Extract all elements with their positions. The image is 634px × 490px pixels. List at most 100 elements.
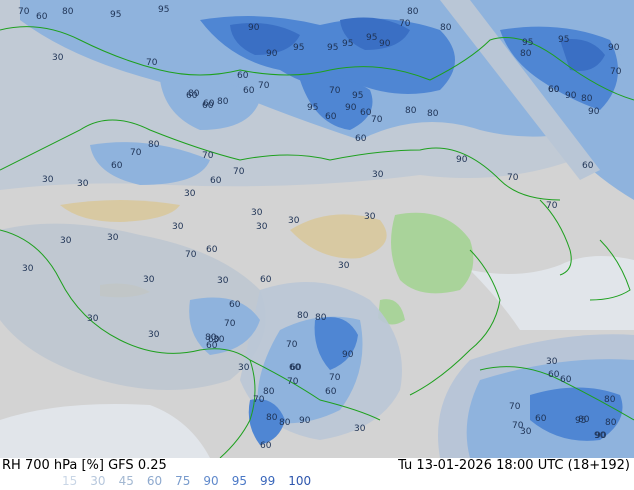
contour-label: 30	[546, 357, 558, 367]
legend-value-60: 60	[146, 474, 163, 488]
contour-label: 30	[288, 216, 300, 226]
contour-label: 70	[287, 377, 299, 387]
contour-label: 60	[237, 71, 249, 81]
contour-label: 60	[202, 101, 214, 111]
contour-label: 95	[342, 39, 353, 49]
contour-label: 90	[456, 155, 468, 165]
contour-label: 80	[263, 387, 275, 397]
contour-label: 80	[148, 140, 160, 150]
contour-label: 80	[604, 395, 616, 405]
contour-label: 30	[251, 208, 263, 218]
contour-label: 30	[172, 222, 184, 232]
contour-label: 80	[520, 49, 532, 59]
contour-label: 30	[372, 170, 384, 180]
contour-label: 60	[210, 176, 222, 186]
contour-label: 90	[588, 107, 600, 117]
contour-label: 70	[286, 340, 298, 350]
legend-value-45: 45	[118, 474, 134, 488]
contour-label: 80	[217, 97, 229, 107]
contour-label: 70	[512, 421, 524, 431]
contour-label: 95	[522, 38, 533, 48]
contour-label: 30	[364, 212, 376, 222]
legend-value-15: 15	[62, 474, 78, 488]
contour-label: 60	[260, 441, 272, 451]
contour-label: 70	[399, 19, 411, 29]
contour-label: 30	[238, 363, 250, 373]
contour-label: 60	[360, 108, 372, 118]
contour-label: 60	[36, 12, 48, 22]
contour-label: 30	[256, 222, 268, 232]
contour-label: 90	[345, 103, 357, 113]
contour-label: 95	[293, 43, 304, 53]
contour-label: 95	[366, 33, 377, 43]
contour-label: 60	[260, 275, 272, 285]
contour-label: 80	[62, 7, 74, 17]
contour-label: 60	[548, 85, 560, 95]
contour-label: 30	[60, 236, 72, 246]
contour-label: 60	[229, 300, 241, 310]
contour-label: 95	[352, 91, 363, 101]
contour-label: 90	[608, 43, 620, 53]
contour-label: 30	[52, 53, 64, 63]
contour-label: 30	[107, 233, 119, 243]
rh-map-canvas: 70 60 80 95 9590959095 95 90958070 8095 95908060…	[0, 0, 634, 458]
contour-label: 90	[299, 416, 311, 426]
contour-label: 70	[185, 250, 197, 260]
legend-value-90: 90	[203, 474, 219, 488]
contour-label: 95	[558, 35, 569, 45]
contour-label: 30	[42, 175, 54, 185]
contour-label: 90	[565, 91, 577, 101]
legend-value-99: 99	[259, 474, 276, 488]
rh-map: 70 60 80 95 95 90 95 90 95 95 90 95 80 70 80 95 95 90 80 60…	[0, 0, 634, 458]
contour-label: 80	[266, 413, 278, 423]
contour-label: 90	[379, 39, 391, 49]
contour-label: 80	[297, 311, 309, 321]
contour-label: 80	[440, 23, 452, 33]
legend-value-100: 100	[288, 474, 312, 488]
contour-label: 80	[205, 333, 217, 343]
contour-label: 95	[110, 10, 121, 20]
contour-label: 60	[535, 414, 547, 424]
contour-label: 60	[355, 134, 367, 144]
contour-label: 95	[307, 103, 318, 113]
contour-label: 80	[605, 418, 617, 428]
contour-label: 30	[354, 424, 366, 434]
map-footer: RH 700 hPa [%] GFS 0.25 Tu 13-01-2026 18…	[0, 458, 634, 490]
contour-label: 95	[158, 5, 169, 15]
contour-label: 80	[581, 94, 593, 104]
contour-label: 90	[248, 23, 260, 33]
contour-label: 70	[233, 167, 245, 177]
contour-label: 70	[130, 148, 142, 158]
contour-label: 95	[575, 416, 586, 426]
contour-label: 60	[243, 86, 255, 96]
contour-label: 80	[315, 313, 327, 323]
contour-label: 70	[202, 151, 214, 161]
contour-label: 70	[253, 395, 265, 405]
contour-label: 90	[595, 431, 607, 441]
contour-label: 95	[327, 43, 338, 53]
color-legend: 15 30 45 60 75 90 95 99 100	[62, 474, 324, 488]
contour-label: 90	[342, 350, 354, 360]
legend-value-30: 30	[90, 474, 106, 488]
contour-label: 70	[507, 173, 519, 183]
contour-label: 80	[279, 418, 291, 428]
legend-value-95: 95	[231, 474, 247, 488]
contour-label: 60	[289, 363, 301, 373]
contour-label: 80	[427, 109, 439, 119]
contour-label: 70	[224, 319, 236, 329]
contour-label: 70	[371, 115, 383, 125]
contour-label: 60	[325, 112, 337, 122]
contour-label: 70	[610, 67, 622, 77]
contour-label: 30	[77, 179, 89, 189]
contour-label: 60	[325, 387, 337, 397]
contour-label: 30	[217, 276, 229, 286]
contour-label: 30	[338, 261, 350, 271]
contour-label: 90	[266, 49, 278, 59]
valid-time: Tu 13-01-2026 18:00 UTC (18+192)	[398, 458, 630, 473]
contour-label: 30	[143, 275, 155, 285]
contour-label: 60	[548, 370, 560, 380]
contour-label: 60	[206, 245, 218, 255]
contour-label: 30	[184, 189, 196, 199]
contour-label: 60	[582, 161, 594, 171]
map-title: RH 700 hPa [%] GFS 0.25	[2, 458, 167, 473]
